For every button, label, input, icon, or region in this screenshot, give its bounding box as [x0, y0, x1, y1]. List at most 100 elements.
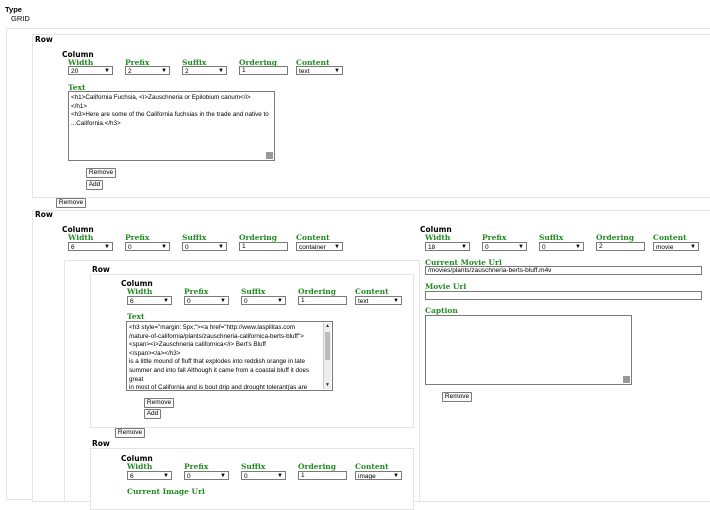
ordering-input[interactable]: 1	[298, 471, 347, 480]
ordering-label: Ordering	[298, 287, 336, 296]
scroll-thumb[interactable]	[325, 332, 330, 360]
prefix-label: Prefix	[184, 462, 209, 471]
prefix-select[interactable]: 0 ▼	[125, 242, 170, 251]
nested-row-2-label: Row	[92, 439, 110, 448]
width-label: Width	[127, 462, 153, 471]
ordering-label: Ordering	[596, 233, 634, 242]
chevron-down-icon: ▼	[163, 473, 169, 479]
add-button[interactable]: Add	[86, 180, 103, 190]
text-area[interactable]: <h1>California Fuchsia, <i>Zauschneria o…	[68, 91, 275, 161]
text-area-content: <h1>California Fuchsia, <i>Zauschneria o…	[71, 94, 269, 127]
prefix-label: Prefix	[125, 233, 150, 242]
ordering-input[interactable]: 1	[239, 66, 288, 75]
prefix-value: 0	[128, 244, 132, 251]
content-select[interactable]: container ▼	[296, 242, 343, 251]
add-button[interactable]: Add	[144, 409, 161, 419]
content-select[interactable]: text ▼	[355, 296, 402, 305]
width-select[interactable]: 6 ▼	[68, 242, 113, 251]
chevron-down-icon: ▼	[163, 298, 169, 304]
chevron-down-icon: ▼	[220, 473, 226, 479]
content-value: movie	[656, 244, 674, 251]
suffix-label: Suffix	[539, 233, 564, 242]
scroll-up-icon[interactable]: ▲	[324, 323, 331, 330]
ordering-input[interactable]: 1	[239, 242, 288, 251]
width-value: 6	[71, 244, 75, 251]
chevron-down-icon: ▼	[104, 244, 110, 250]
text-label: Text	[127, 312, 145, 321]
chevron-down-icon: ▼	[220, 298, 226, 304]
remove-column-button[interactable]: Remove	[86, 168, 116, 178]
content-select[interactable]: text ▼	[296, 66, 343, 75]
suffix-label: Suffix	[241, 462, 266, 471]
movie-url-input[interactable]	[425, 291, 702, 300]
suffix-select[interactable]: 0 ▼	[182, 242, 227, 251]
text-area[interactable]: <h3 style="margin: 5px;"><a href="http:/…	[126, 321, 333, 391]
ordering-label: Ordering	[239, 233, 277, 242]
suffix-label: Suffix	[182, 233, 207, 242]
movie-url-label: Movie Url	[425, 282, 467, 291]
prefix-label: Prefix	[482, 233, 507, 242]
suffix-value: 0	[542, 244, 546, 251]
content-label: Content	[653, 233, 687, 242]
chevron-down-icon: ▼	[161, 68, 167, 74]
width-label: Width	[127, 287, 153, 296]
type-value: GRID	[11, 14, 30, 23]
content-label: Content	[355, 462, 389, 471]
remove-column-button[interactable]: Remove	[144, 398, 174, 408]
prefix-value: 0	[485, 244, 489, 251]
ordering-input[interactable]: 1	[298, 296, 347, 305]
prefix-select[interactable]: 2 ▼	[125, 66, 170, 75]
chevron-down-icon: ▼	[334, 244, 340, 250]
content-value: container	[299, 244, 326, 251]
suffix-value: 0	[244, 298, 248, 305]
chevron-down-icon: ▼	[461, 244, 467, 250]
prefix-select[interactable]: 0 ▼	[184, 471, 229, 480]
content-value: text	[358, 298, 369, 305]
content-select[interactable]: movie ▼	[653, 242, 699, 251]
chevron-down-icon: ▼	[218, 68, 224, 74]
current-image-url-label: Current Image Url	[127, 487, 205, 496]
prefix-select[interactable]: 0 ▼	[482, 242, 527, 251]
content-value: image	[358, 473, 376, 480]
remove-column-button[interactable]: Remove	[442, 392, 472, 402]
suffix-select[interactable]: 0 ▼	[539, 242, 584, 251]
width-value: 18	[428, 244, 436, 251]
width-select[interactable]: 6 ▼	[127, 296, 172, 305]
current-movie-url-input[interactable]: /movies/plants/zauschneria-berts-bluff.m…	[425, 266, 702, 275]
chevron-down-icon: ▼	[575, 244, 581, 250]
resize-grip-icon[interactable]	[266, 152, 273, 159]
prefix-value: 2	[128, 68, 132, 75]
width-label: Width	[68, 233, 94, 242]
prefix-select[interactable]: 0 ▼	[184, 296, 229, 305]
suffix-label: Suffix	[241, 287, 266, 296]
nested-row-1-label: Row	[92, 265, 110, 274]
width-value: 6	[130, 473, 134, 480]
resize-grip-icon[interactable]	[623, 376, 630, 383]
width-select[interactable]: 6 ▼	[127, 471, 172, 480]
remove-row-button[interactable]: Remove	[56, 198, 86, 208]
scrollbar[interactable]: ▲ ▼	[323, 323, 331, 389]
type-label: Type	[5, 5, 22, 14]
suffix-value: 0	[185, 244, 189, 251]
chevron-down-icon: ▼	[334, 68, 340, 74]
caption-textarea[interactable]	[425, 315, 632, 385]
suffix-select[interactable]: 2 ▼	[182, 66, 227, 75]
remove-row-button[interactable]: Remove	[115, 428, 145, 438]
width-value: 6	[130, 298, 134, 305]
ordering-input[interactable]: 2	[596, 242, 645, 251]
suffix-select[interactable]: 0 ▼	[241, 296, 286, 305]
suffix-value: 0	[244, 473, 248, 480]
ordering-label: Ordering	[298, 462, 336, 471]
chevron-down-icon: ▼	[690, 244, 696, 250]
caption-label: Caption	[425, 306, 458, 315]
width-select[interactable]: 18 ▼	[425, 242, 470, 251]
width-select[interactable]: 20 ▼	[68, 66, 113, 75]
text-area-content: <h3 style="margin: 5px;"><a href="http:/…	[129, 324, 310, 391]
content-select[interactable]: image ▼	[355, 471, 402, 480]
chevron-down-icon: ▼	[218, 244, 224, 250]
width-value: 20	[71, 68, 79, 75]
suffix-select[interactable]: 0 ▼	[241, 471, 286, 480]
suffix-value: 2	[185, 68, 189, 75]
scroll-down-icon[interactable]: ▼	[324, 382, 331, 389]
prefix-value: 0	[187, 473, 191, 480]
